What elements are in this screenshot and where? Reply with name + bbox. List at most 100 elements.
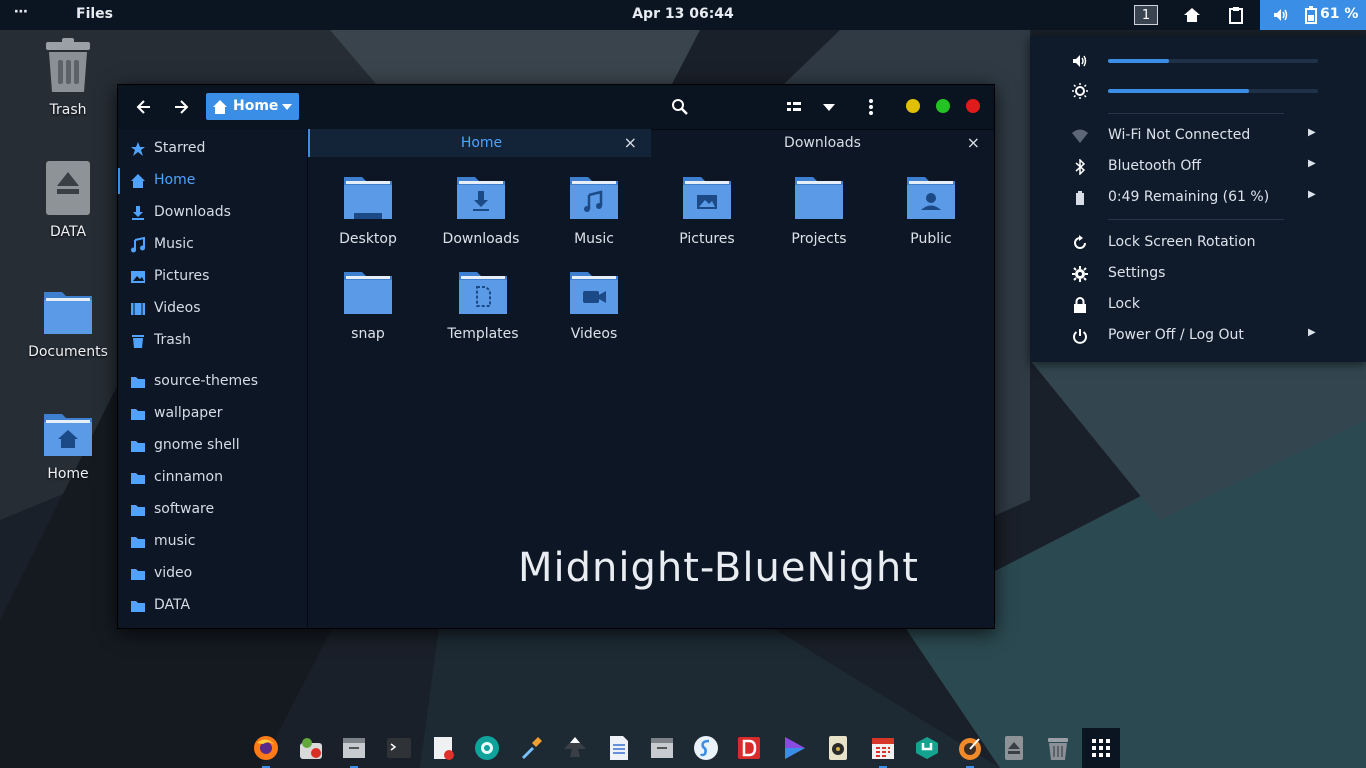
menu-separator bbox=[1108, 113, 1284, 114]
folder-item-public[interactable]: Public bbox=[881, 173, 981, 247]
menu-item-rotation-lock[interactable]: Lock Screen Rotation bbox=[1030, 229, 1366, 257]
terminal-icon[interactable] bbox=[386, 735, 412, 761]
volume-slider-fill bbox=[1108, 59, 1169, 63]
desktop-icon-label: Home bbox=[47, 466, 89, 482]
sidebar-item-bookmark[interactable]: software bbox=[118, 494, 307, 526]
desktop-icon-documents[interactable]: Documents bbox=[23, 288, 113, 360]
volume-slider[interactable] bbox=[1108, 59, 1318, 63]
text-editor-icon[interactable] bbox=[431, 735, 457, 761]
show-applications-button[interactable] bbox=[1082, 728, 1120, 768]
desktop-icon-home[interactable]: Home bbox=[23, 410, 113, 482]
folder-item-pictures[interactable]: Pictures bbox=[657, 173, 757, 247]
sidebar-item-bookmark[interactable]: gnome shell bbox=[118, 430, 307, 462]
tab-close-icon[interactable]: × bbox=[624, 133, 637, 152]
chevron-right-icon: ▶ bbox=[1308, 127, 1316, 138]
folder-label: Pictures bbox=[679, 231, 735, 247]
sidebar-item-starred[interactable]: Starred bbox=[118, 133, 307, 165]
back-button[interactable] bbox=[134, 97, 156, 117]
firefox-icon[interactable] bbox=[253, 735, 279, 761]
volume-icon bbox=[1274, 9, 1288, 21]
sidebar-item-label: Downloads bbox=[154, 204, 231, 220]
system-status-area[interactable]: 61 % bbox=[1260, 0, 1366, 30]
desktop-icon-data[interactable]: DATA bbox=[23, 160, 113, 240]
sidebar-item-trash[interactable]: Trash bbox=[118, 325, 307, 357]
sidebar-item-bookmark[interactable]: music bbox=[118, 526, 307, 558]
system-menu: Wi-Fi Not Connected ▶ Bluetooth Off ▶ 0:… bbox=[1030, 36, 1366, 362]
sidebar-item-videos[interactable]: Videos bbox=[118, 293, 307, 325]
folder-item-projects[interactable]: Projects bbox=[769, 173, 869, 247]
bluetooth-icon bbox=[1075, 159, 1086, 175]
inkscape-icon[interactable] bbox=[562, 735, 588, 761]
folder-item-downloads[interactable]: Downloads bbox=[431, 173, 531, 247]
view-list-button[interactable] bbox=[784, 97, 806, 117]
forward-button[interactable] bbox=[170, 97, 192, 117]
app-menu[interactable]: Files bbox=[76, 6, 113, 22]
tab-label: Home bbox=[460, 135, 503, 151]
desktop-icon-label: DATA bbox=[49, 224, 87, 240]
activities-button[interactable]: ⋯ bbox=[14, 4, 29, 20]
search-button[interactable] bbox=[669, 97, 691, 117]
tools-icon[interactable] bbox=[914, 735, 940, 761]
path-bar-home-button[interactable]: Home bbox=[206, 93, 299, 120]
trash-icon[interactable] bbox=[1045, 735, 1071, 761]
simplenote-icon[interactable] bbox=[693, 735, 719, 761]
folder-item-music[interactable]: Music bbox=[544, 173, 644, 247]
sidebar-item-label: gnome shell bbox=[154, 437, 240, 453]
sidebar-item-bookmark[interactable]: source-themes bbox=[118, 366, 307, 398]
menu-item-bluetooth[interactable]: Bluetooth Off ▶ bbox=[1030, 153, 1366, 181]
folder-item-desktop[interactable]: Desktop bbox=[318, 173, 418, 247]
menu-item-label: Lock Screen Rotation bbox=[1108, 234, 1256, 250]
battery-icon bbox=[1076, 191, 1084, 205]
speaker-icon[interactable] bbox=[825, 735, 851, 761]
document-icon[interactable] bbox=[606, 735, 632, 761]
folder-item-snap[interactable]: snap bbox=[318, 268, 418, 342]
lock-icon bbox=[1074, 297, 1086, 313]
workspace-indicator[interactable]: 1 bbox=[1134, 5, 1158, 25]
camera-icon[interactable] bbox=[474, 735, 500, 761]
menu-item-label: Settings bbox=[1108, 265, 1166, 281]
menu-item-wifi[interactable]: Wi-Fi Not Connected ▶ bbox=[1030, 122, 1366, 150]
sidebar-item-home[interactable]: Home bbox=[118, 165, 307, 197]
tab-close-icon[interactable]: × bbox=[967, 133, 980, 152]
sidebar-item-bookmark[interactable]: video bbox=[118, 558, 307, 590]
view-options-dropdown[interactable] bbox=[818, 97, 840, 117]
tab-downloads[interactable]: Downloads × bbox=[651, 129, 994, 157]
sidebar-item-downloads[interactable]: Downloads bbox=[118, 197, 307, 229]
color-picker-icon[interactable] bbox=[518, 735, 544, 761]
sidebar-item-bookmark[interactable]: DATA bbox=[118, 590, 307, 622]
folder-item-videos[interactable]: Videos bbox=[544, 268, 644, 342]
menu-item-battery[interactable]: 0:49 Remaining (61 %) ▶ bbox=[1030, 184, 1366, 212]
menu-button[interactable] bbox=[860, 97, 882, 117]
play-icon[interactable] bbox=[781, 735, 807, 761]
power-icon bbox=[1073, 329, 1087, 344]
files-icon[interactable] bbox=[341, 735, 367, 761]
menu-item-label: Wi-Fi Not Connected bbox=[1108, 127, 1251, 143]
home-icon[interactable] bbox=[1182, 5, 1202, 25]
menu-item-power[interactable]: Power Off / Log Out ▶ bbox=[1030, 322, 1366, 350]
folder-item-templates[interactable]: Templates bbox=[433, 268, 533, 342]
sidebar-item-bookmark[interactable]: wallpaper bbox=[118, 398, 307, 430]
sidebar-item-pictures[interactable]: Pictures bbox=[118, 261, 307, 293]
calendar-icon[interactable] bbox=[870, 735, 896, 761]
desktop-icon-label: Documents bbox=[28, 344, 108, 360]
menu-item-settings[interactable]: Settings bbox=[1030, 260, 1366, 288]
maximize-button[interactable] bbox=[936, 99, 950, 113]
brightness-slider[interactable] bbox=[1108, 89, 1318, 93]
disk-usage-icon[interactable] bbox=[957, 735, 983, 761]
menu-item-lock[interactable]: Lock bbox=[1030, 291, 1366, 319]
d-app-icon[interactable] bbox=[736, 735, 762, 761]
clock[interactable]: Apr 13 06:44 bbox=[0, 6, 1366, 22]
sidebar-item-label: video bbox=[154, 565, 193, 581]
folder-icon bbox=[131, 473, 145, 484]
clipboard-icon[interactable] bbox=[1226, 5, 1246, 25]
files-alt-icon[interactable] bbox=[649, 735, 675, 761]
sidebar-item-bookmark[interactable]: cinnamon bbox=[118, 462, 307, 494]
minimize-button[interactable] bbox=[906, 99, 920, 113]
software-icon[interactable] bbox=[298, 735, 324, 761]
eject-icon[interactable] bbox=[1001, 735, 1027, 761]
close-button[interactable] bbox=[966, 99, 980, 113]
tab-home[interactable]: Home × bbox=[308, 129, 651, 157]
sidebar-item-music[interactable]: Music bbox=[118, 229, 307, 261]
desktop-icon-trash[interactable]: Trash bbox=[23, 38, 113, 118]
folder-label: Public bbox=[910, 231, 952, 247]
